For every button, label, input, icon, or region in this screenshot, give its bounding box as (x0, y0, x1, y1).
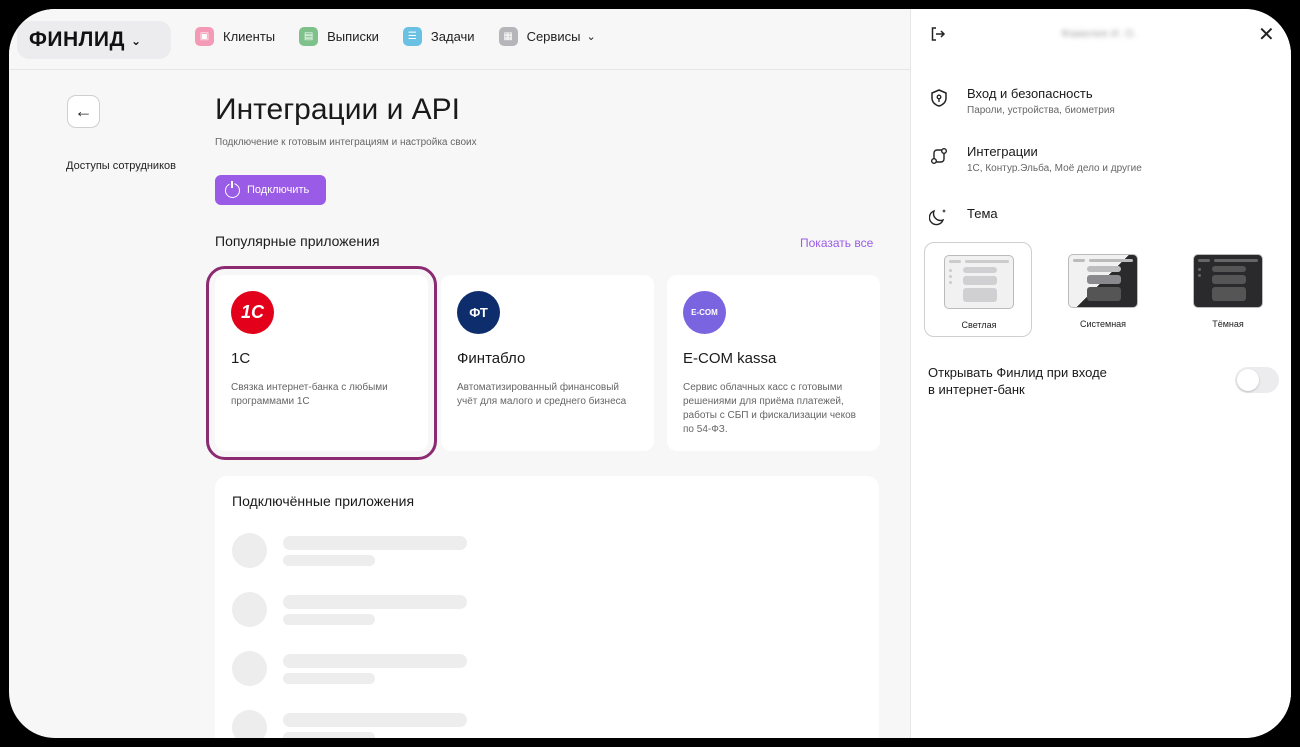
loading-skeleton-row (232, 592, 532, 632)
close-icon[interactable]: ✕ (1258, 25, 1275, 45)
connected-apps-heading: Подключённые приложения (232, 493, 415, 509)
theme-option-label: Тёмная (1212, 319, 1244, 329)
nav-item-services[interactable]: ▦ Сервисы ⌄ (498, 27, 596, 46)
connect-button[interactable]: Подключить (215, 175, 326, 205)
tasks-icon: ☰ (402, 27, 422, 46)
app-description: Сервис облачных касс с готовыми решениям… (683, 382, 856, 435)
logout-icon[interactable] (930, 26, 946, 42)
page-title: Интеграции и API (215, 93, 461, 126)
briefcase-icon: ▣ (195, 27, 214, 46)
menu-item-title: Тема (967, 206, 998, 221)
theme-option-light[interactable]: Светлая (924, 242, 1032, 337)
shield-icon (931, 89, 947, 107)
1c-logo-icon: 1С (231, 291, 274, 334)
theme-preview (944, 255, 1014, 309)
app-card-ecom-kassa[interactable]: E-COM E-COM kassa Сервис облачных касс с… (667, 275, 880, 451)
nav-label: Задачи (430, 29, 475, 44)
nav-item-tasks[interactable]: ☰ Задачи (402, 27, 475, 46)
theme-option-dark[interactable]: Тёмная (1174, 242, 1282, 337)
nav-label: Выписки (327, 29, 379, 44)
theme-option-system[interactable]: Системная (1049, 242, 1157, 337)
chevron-down-icon: ⌄ (130, 34, 142, 48)
document-icon: ▤ (299, 27, 319, 46)
app-description: Связка интернет-банка с любыми программа… (231, 382, 388, 407)
app-card-fintablo[interactable]: ФТ Финтабло Автоматизированный финансовы… (441, 275, 654, 451)
app-window: ФИНЛИД ⌄ ▣ Клиенты ▤ Выписки ☰ Задачи ▦ … (9, 9, 1291, 738)
connect-button-label: Подключить (247, 184, 310, 196)
theme-preview (1068, 254, 1138, 308)
menu-item-integrations[interactable]: Интеграции 1С, Контур.Эльба, Моё дело и … (929, 144, 1142, 174)
open-on-login-toggle[interactable] (1235, 367, 1279, 393)
loading-skeleton-row (232, 710, 532, 738)
brand-logo: ФИНЛИД (29, 28, 125, 51)
user-name: Фамилия И. О. (1061, 28, 1137, 40)
app-name: 1С (231, 350, 251, 367)
menu-item-subtitle: 1С, Контур.Эльба, Моё дело и другие (967, 163, 1142, 174)
back-button[interactable]: ← (67, 95, 100, 128)
app-description: Автоматизированный финансовый учёт для м… (457, 382, 627, 407)
app-name: Финтабло (457, 350, 526, 367)
menu-item-security[interactable]: Вход и безопасность Пароли, устройства, … (929, 86, 1115, 116)
nav-item-statements[interactable]: ▤ Выписки (299, 27, 379, 46)
main-nav: ▣ Клиенты ▤ Выписки ☰ Задачи ▦ Сервисы ⌄ (195, 27, 596, 46)
theme-preview (1193, 254, 1263, 308)
loading-skeleton-row (232, 533, 532, 573)
menu-item-title: Вход и безопасность (967, 86, 1093, 101)
menu-item-title: Интеграции (967, 144, 1038, 159)
chevron-down-icon: ⌄ (586, 31, 596, 43)
open-on-login-label: Открывать Финлид при входе в интернет-ба… (928, 364, 1107, 398)
app-name: E-COM kassa (683, 350, 777, 367)
open-on-login-label-line2: в интернет-банк (928, 382, 1025, 397)
app-card-1c[interactable]: 1С 1С Связка интернет-банка с любыми про… (206, 266, 437, 460)
nav-label: Клиенты (223, 29, 276, 44)
arrow-left-icon: ← (74, 101, 93, 121)
connected-apps-panel: Подключённые приложения (215, 476, 879, 738)
nav-label: Сервисы (526, 29, 581, 44)
fintablo-logo-icon: ФТ (457, 291, 500, 334)
grid-icon: ▦ (498, 27, 518, 46)
toggle-knob (1237, 369, 1259, 391)
integrations-icon (931, 148, 947, 164)
menu-item-subtitle: Пароли, устройства, биометрия (967, 105, 1115, 116)
loading-skeleton-row (232, 651, 532, 691)
power-icon (225, 180, 240, 198)
nav-item-clients[interactable]: ▣ Клиенты (195, 27, 275, 46)
theme-heading: Тема (929, 204, 998, 226)
top-nav-bar: ФИНЛИД ⌄ ▣ Клиенты ▤ Выписки ☰ Задачи ▦ … (9, 9, 910, 70)
settings-panel: Фамилия И. О. ✕ Вход и безопасность Паро… (910, 9, 1291, 738)
ecom-logo-icon: E-COM (683, 291, 726, 334)
brand-switcher-button[interactable]: ФИНЛИД ⌄ (17, 21, 171, 59)
show-all-link[interactable]: Показать все (800, 236, 873, 250)
popular-apps-heading: Популярные приложения (215, 233, 380, 249)
open-on-login-label-line1: Открывать Финлид при входе (928, 365, 1107, 380)
sidebar-link-employee-access[interactable]: Доступы сотрудников (66, 160, 176, 172)
theme-option-label: Системная (1079, 319, 1127, 329)
theme-option-label: Светлая (961, 320, 997, 330)
page-subtitle: Подключение к готовым интеграциям и наст… (215, 137, 477, 148)
moon-icon (929, 209, 946, 226)
